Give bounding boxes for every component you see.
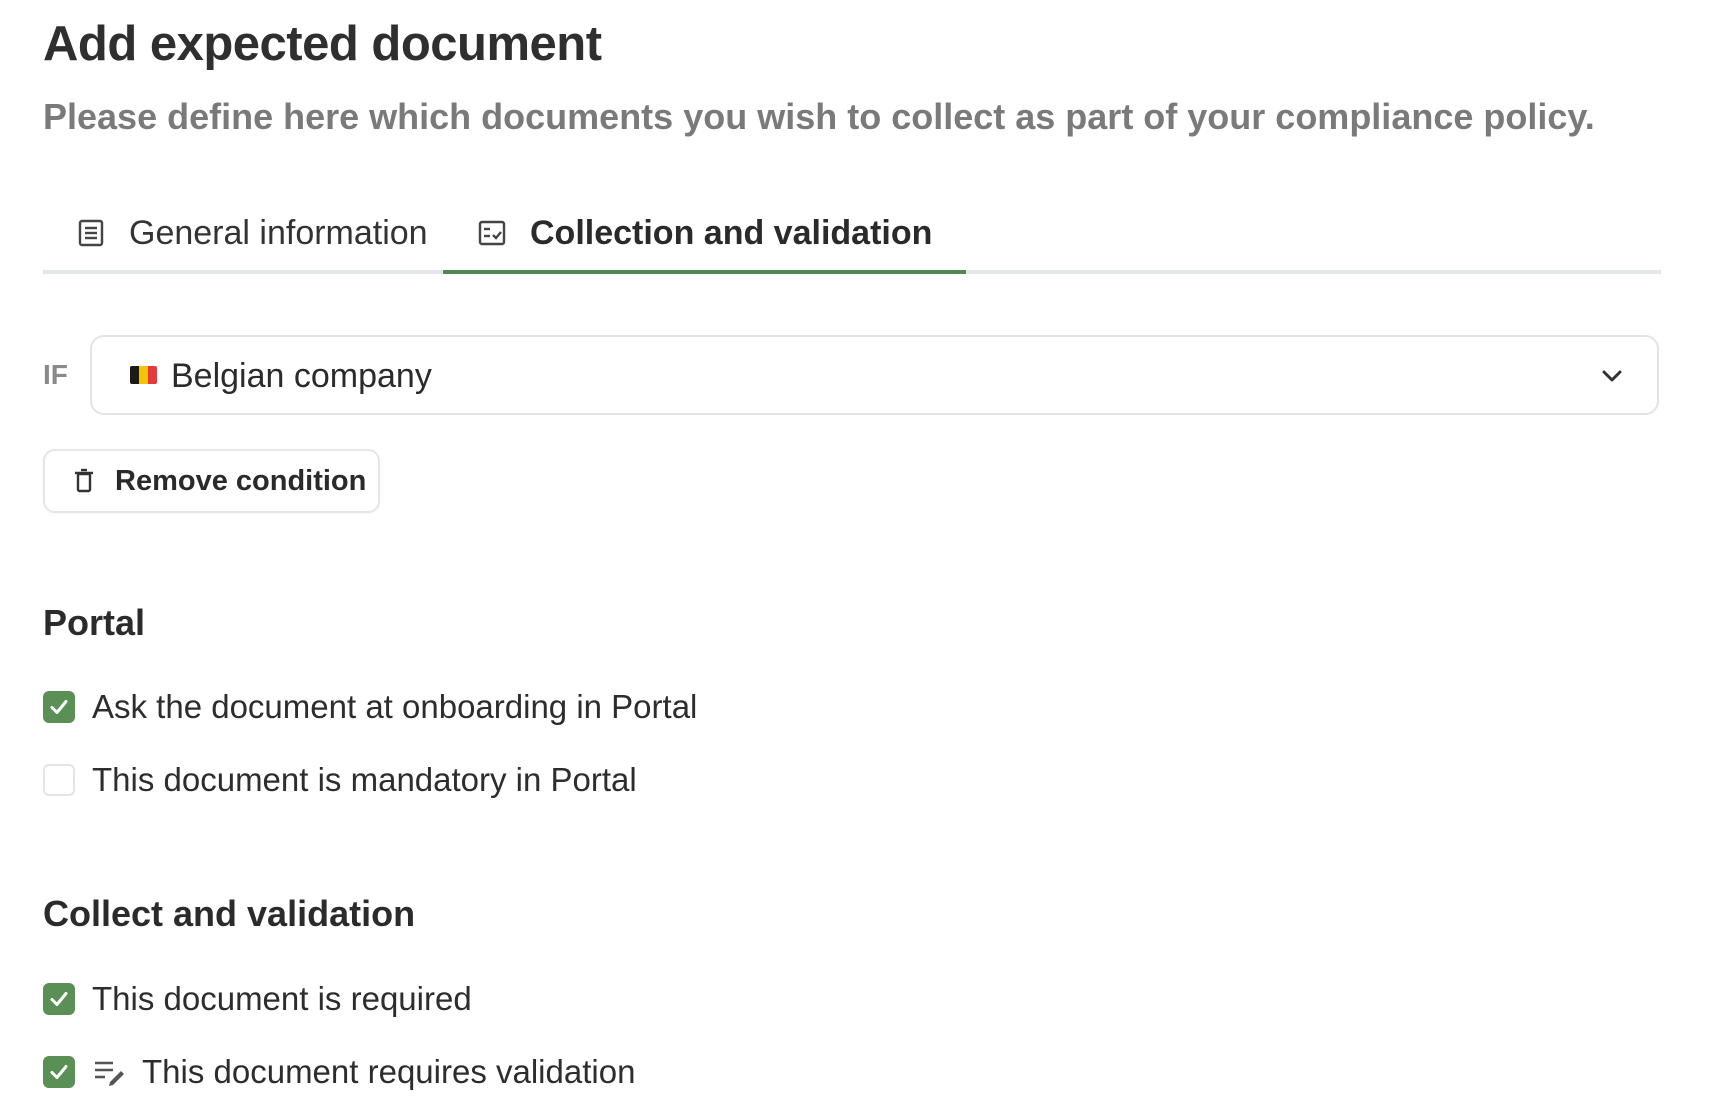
page-title: Add expected document xyxy=(43,17,602,71)
checkmark-icon xyxy=(50,700,68,714)
checkmark-icon xyxy=(50,1065,68,1079)
trash-icon xyxy=(75,468,93,493)
tab-collection-and-validation[interactable]: Collection and validation xyxy=(442,196,967,274)
checkbox-row-document-required[interactable]: This document is required xyxy=(43,979,472,1019)
checkmark-icon xyxy=(50,992,68,1006)
checkbox-checked[interactable] xyxy=(43,691,75,723)
chevron-down-icon[interactable] xyxy=(1599,363,1625,389)
section-title-collect-and-validation: Collect and validation xyxy=(43,893,416,934)
remove-condition-label: Remove condition xyxy=(115,464,367,497)
checklist-icon xyxy=(478,219,506,247)
tab-bar: General information Collection and valid… xyxy=(43,196,1661,274)
tab-label: General information xyxy=(129,213,428,252)
condition-select[interactable]: Belgian company xyxy=(90,335,1659,415)
condition-select-value: Belgian company xyxy=(171,357,432,395)
condition-prefix: IF xyxy=(43,359,68,390)
checkbox-label: This document is required xyxy=(92,980,472,1017)
tab-general-information[interactable]: General information xyxy=(77,196,428,270)
section-title-portal: Portal xyxy=(43,602,146,643)
checkbox-label: Ask the document at onboarding in Portal xyxy=(92,688,698,725)
belgium-flag-icon xyxy=(130,366,157,384)
checkbox-label: This document is mandatory in Portal xyxy=(92,761,637,798)
tab-label: Collection and validation xyxy=(530,213,933,252)
checkbox-row-ask-at-onboarding[interactable]: Ask the document at onboarding in Portal xyxy=(43,687,697,727)
page-subtitle: Please define here which documents you w… xyxy=(43,96,1595,137)
list-document-icon xyxy=(77,219,105,247)
checkbox-label: This document requires validation xyxy=(142,1053,636,1090)
checkbox-row-requires-validation[interactable]: This document requires validation xyxy=(43,1052,635,1092)
remove-condition-button[interactable]: Remove condition xyxy=(43,449,380,513)
checkbox-row-mandatory-in-portal[interactable]: This document is mandatory in Portal xyxy=(43,760,637,800)
checkbox-checked[interactable] xyxy=(43,1056,75,1088)
checkbox-checked[interactable] xyxy=(43,983,75,1015)
checkbox-unchecked[interactable] xyxy=(43,764,75,796)
edit-list-icon xyxy=(95,1061,124,1086)
